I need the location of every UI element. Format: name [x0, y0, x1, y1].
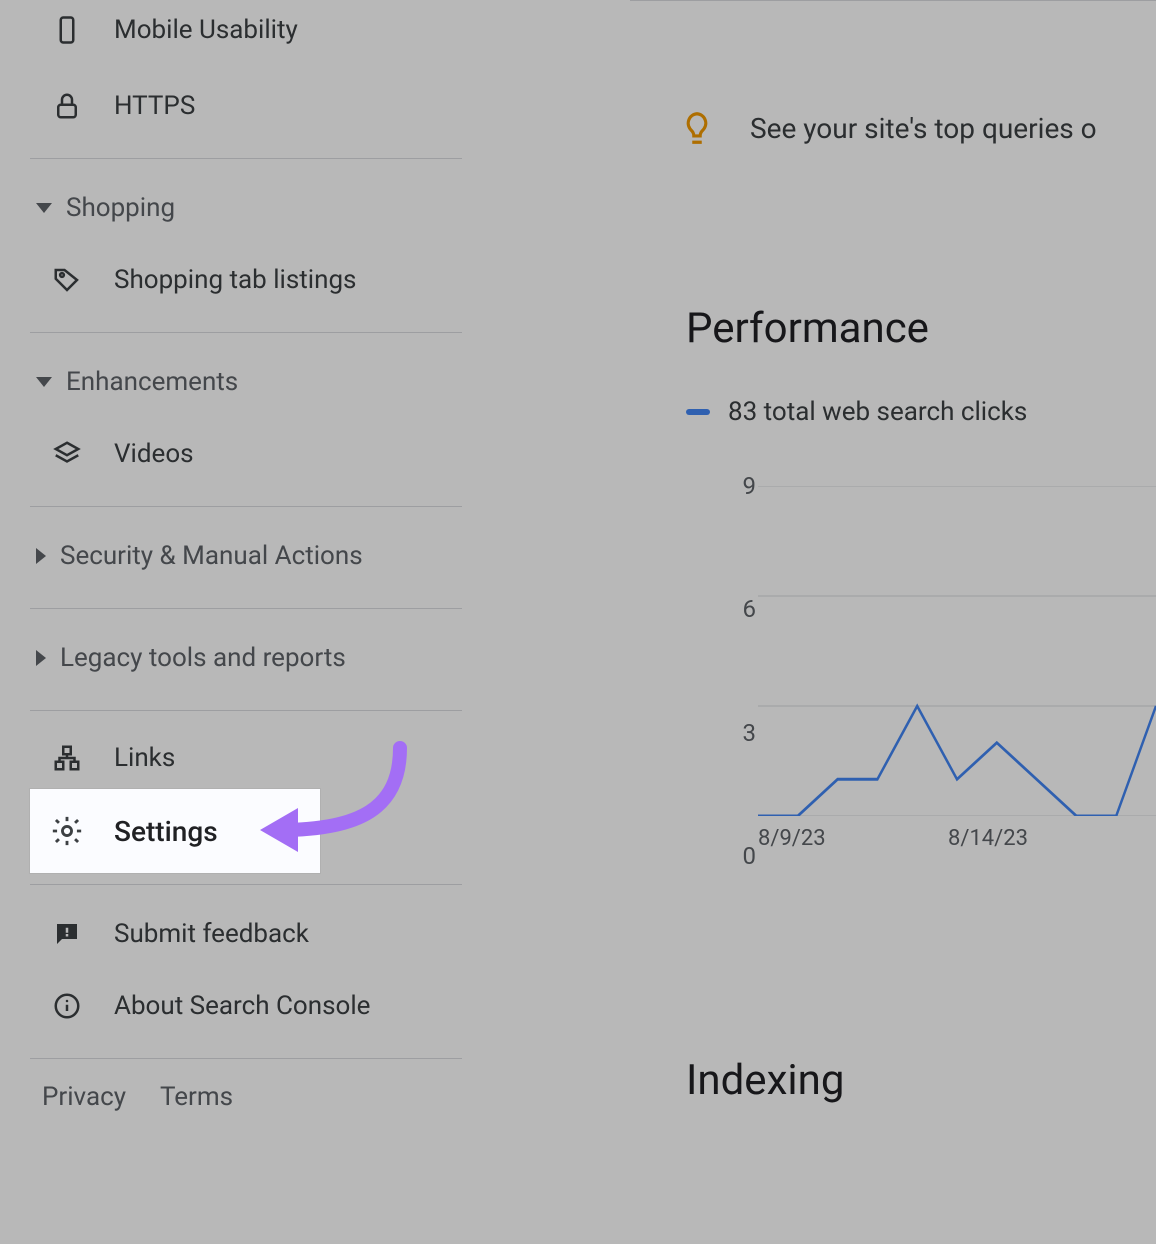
performance-chart: 9 6 3 0 8/9/23 8/14/23	[686, 486, 1156, 856]
sitemap-icon	[50, 741, 84, 775]
sidebar-item-label: Shopping tab listings	[114, 265, 356, 295]
divider	[30, 1058, 462, 1059]
legend-text: 83 total web search clicks	[728, 397, 1027, 427]
sidebar: Mobile Usability HTTPS Shopping Shopping…	[0, 0, 534, 1244]
y-tick: 9	[743, 472, 757, 500]
divider	[30, 608, 462, 609]
sidebar-group-label: Security & Manual Actions	[60, 541, 363, 571]
x-axis: 8/9/23 8/14/23	[758, 826, 1156, 866]
sidebar-item-about[interactable]: About Search Console	[0, 968, 370, 1044]
chart-legend: 83 total web search clicks	[686, 397, 1156, 427]
sidebar-item-label: Videos	[114, 439, 194, 469]
sidebar-item-mobile-usability[interactable]: Mobile Usability	[0, 0, 298, 68]
indexing-card: Indexing	[630, 1000, 1156, 1244]
lightbulb-icon	[678, 109, 716, 147]
divider	[30, 710, 462, 711]
phone-icon	[50, 13, 84, 47]
y-tick: 3	[743, 719, 757, 747]
sidebar-group-security[interactable]: Security & Manual Actions	[0, 518, 363, 594]
sidebar-group-label: Shopping	[66, 193, 175, 223]
sidebar-group-legacy[interactable]: Legacy tools and reports	[0, 620, 346, 696]
x-tick: 8/9/23	[758, 826, 826, 851]
legend-swatch	[686, 409, 710, 415]
main-content: See your site's top queries o Performanc…	[630, 0, 1156, 1244]
feedback-icon	[50, 917, 84, 951]
sidebar-group-enhancements[interactable]: Enhancements	[0, 344, 238, 420]
chevron-down-icon	[36, 203, 52, 213]
sidebar-item-settings-highlight[interactable]: Settings	[30, 789, 320, 873]
tag-icon	[50, 263, 84, 297]
chevron-down-icon	[36, 377, 52, 387]
sidebar-item-videos[interactable]: Videos	[0, 416, 194, 492]
sidebar-group-label: Enhancements	[66, 367, 238, 397]
divider	[30, 158, 462, 159]
sidebar-item-shopping-tab-listings[interactable]: Shopping tab listings	[0, 242, 356, 318]
sidebar-group-shopping[interactable]: Shopping	[0, 170, 175, 246]
x-tick: 8/14/23	[948, 826, 1028, 851]
info-icon	[50, 989, 84, 1023]
divider	[30, 506, 462, 507]
divider	[30, 884, 462, 885]
y-axis: 9 6 3 0	[686, 486, 766, 856]
chart-plot	[758, 486, 1156, 816]
sidebar-item-submit-feedback[interactable]: Submit feedback	[0, 896, 309, 972]
sidebar-group-label: Legacy tools and reports	[60, 643, 346, 673]
chevron-right-icon	[36, 650, 46, 666]
y-tick: 6	[743, 595, 757, 623]
lock-icon	[50, 89, 84, 123]
sidebar-item-label: About Search Console	[114, 991, 370, 1021]
chevron-right-icon	[36, 548, 46, 564]
tip-card[interactable]: See your site's top queries o	[630, 70, 1156, 186]
indexing-title: Indexing	[686, 1056, 1156, 1105]
tip-text: See your site's top queries o	[750, 112, 1097, 145]
performance-card: Performance 83 total web search clicks 9…	[630, 246, 1156, 946]
sidebar-item-label: Mobile Usability	[114, 15, 298, 45]
privacy-link[interactable]: Privacy	[42, 1082, 126, 1112]
gear-icon	[50, 814, 84, 848]
terms-link[interactable]: Terms	[160, 1082, 233, 1112]
sidebar-item-label: Settings	[114, 815, 218, 848]
layers-icon	[50, 437, 84, 471]
y-tick: 0	[743, 842, 757, 870]
sidebar-item-label: HTTPS	[114, 91, 195, 121]
performance-title: Performance	[686, 304, 1156, 353]
divider	[630, 0, 1156, 1]
sidebar-item-label: Submit feedback	[114, 919, 309, 949]
sidebar-item-links[interactable]: Links	[0, 720, 175, 796]
sidebar-item-label: Links	[114, 743, 175, 773]
divider	[30, 332, 462, 333]
sidebar-item-https[interactable]: HTTPS	[0, 68, 195, 144]
sidebar-footer: Privacy Terms	[42, 1082, 233, 1112]
